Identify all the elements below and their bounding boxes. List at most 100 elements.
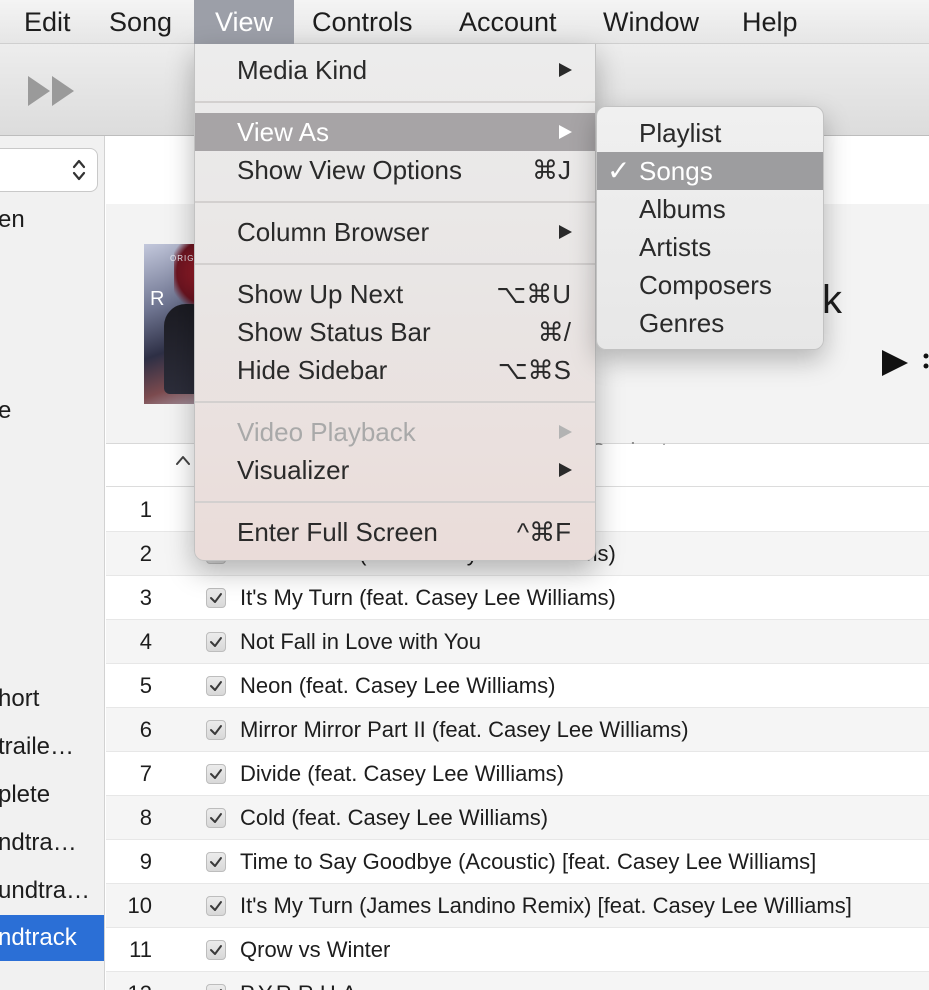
menu-item-label: Video Playback: [237, 417, 416, 447]
table-row[interactable]: 5 Neon (feat. Casey Lee Williams): [106, 664, 929, 708]
menu-edit[interactable]: Edit: [10, 0, 85, 44]
track-checkbox[interactable]: [206, 808, 226, 828]
sidebar-item[interactable]: hort: [0, 676, 104, 722]
track-checkbox[interactable]: [206, 984, 226, 990]
menu-shortcut: ⌘/: [537, 317, 571, 347]
track-checkbox[interactable]: [206, 940, 226, 960]
sidebar-item[interactable]: plete: [0, 772, 104, 818]
table-row[interactable]: 11 Qrow vs Winter: [106, 928, 929, 972]
submenu-item-genres[interactable]: Genres: [597, 304, 823, 342]
track-title: Time to Say Goodbye (Acoustic) [feat. Ca…: [240, 849, 817, 874]
table-row[interactable]: 6 Mirror Mirror Part II (feat. Casey Lee …: [106, 708, 929, 752]
view-menu-dropdown: Media Kind View As Show View Options ⌘J …: [194, 44, 596, 561]
menu-window[interactable]: Window: [589, 0, 713, 44]
track-title: It's My Turn (feat. Casey Lee Williams): [240, 585, 616, 610]
select-arrows-icon: [72, 159, 86, 181]
checkmark-icon: [210, 593, 222, 603]
menu-item-media-kind[interactable]: Media Kind: [195, 51, 595, 89]
submenu-arrow-icon: [559, 463, 572, 477]
menu-separator: [195, 501, 595, 503]
menu-item-view-as[interactable]: View As: [195, 113, 595, 151]
table-row[interactable]: 4 Not Fall in Love with You: [106, 620, 929, 664]
menu-item-column-browser[interactable]: Column Browser: [195, 213, 595, 251]
menu-shortcut: ⌥⌘S: [497, 355, 571, 385]
track-number: 8: [139, 805, 152, 830]
track-number: 7: [139, 761, 152, 786]
track-number: 9: [139, 849, 152, 874]
menu-item-label: Column Browser: [237, 217, 430, 247]
menu-controls[interactable]: Controls: [298, 0, 427, 44]
checkmark-icon: [210, 769, 222, 779]
menu-item-visualizer[interactable]: Visualizer: [195, 451, 595, 489]
menu-account[interactable]: Account: [445, 0, 571, 44]
fast-forward-button[interactable]: [26, 74, 78, 108]
menu-view[interactable]: View: [194, 0, 294, 44]
track-number: 5: [139, 673, 152, 698]
library-source-select[interactable]: [0, 148, 98, 192]
track-checkbox[interactable]: [206, 720, 226, 740]
checkmark-icon: [210, 637, 222, 647]
submenu-item-artists[interactable]: Artists: [597, 228, 823, 266]
table-row[interactable]: 12 P.Y.R.R.H.A: [106, 972, 929, 990]
track-checkbox[interactable]: [206, 632, 226, 652]
sidebar-item[interactable]: e: [0, 388, 104, 434]
sidebar-item-selected[interactable]: ndtrack: [0, 915, 104, 961]
track-checkbox[interactable]: [206, 852, 226, 872]
sidebar-item[interactable]: traile…: [0, 724, 104, 770]
sidebar: en e hort traile… plete ndtra… undtra… n…: [0, 136, 105, 990]
track-title: It's My Turn (James Landino Remix) [feat…: [240, 893, 852, 918]
menu-bar: Edit Song View Controls Account Window H…: [0, 0, 929, 44]
menu-shortcut: ⌥⌘U: [496, 279, 571, 309]
menu-item-label: View As: [237, 117, 330, 147]
track-checkbox[interactable]: [206, 896, 226, 916]
submenu-arrow-icon: [559, 225, 572, 239]
submenu-arrow-icon: [559, 125, 572, 139]
table-row[interactable]: 3 It's My Turn (feat. Casey Lee Williams): [106, 576, 929, 620]
checkmark-icon: [210, 857, 222, 867]
sidebar-item[interactable]: ndtra…: [0, 820, 104, 866]
menu-item-enter-full-screen[interactable]: Enter Full Screen ^⌘F: [195, 513, 595, 551]
sort-ascending-icon[interactable]: [176, 455, 190, 465]
track-checkbox[interactable]: [206, 764, 226, 784]
table-row[interactable]: 8 Cold (feat. Casey Lee Williams): [106, 796, 929, 840]
menu-item-show-up-next[interactable]: Show Up Next ⌥⌘U: [195, 275, 595, 313]
submenu-item-albums[interactable]: Albums: [597, 190, 823, 228]
menu-help[interactable]: Help: [728, 0, 812, 44]
track-checkbox[interactable]: [206, 676, 226, 696]
menu-separator: [195, 263, 595, 265]
menu-item-show-status-bar[interactable]: Show Status Bar ⌘/: [195, 313, 595, 351]
album-title: k: [822, 278, 842, 322]
track-title: Mirror Mirror Part II (feat. Casey Lee W…: [240, 717, 689, 742]
track-checkbox[interactable]: [206, 588, 226, 608]
table-row[interactable]: 9 Time to Say Goodbye (Acoustic) [feat. C…: [106, 840, 929, 884]
checkmark-icon: [210, 945, 222, 955]
track-title: Qrow vs Winter: [240, 937, 391, 962]
artwork-letter: R: [150, 288, 165, 310]
track-number: 10: [127, 893, 152, 918]
track-number: 11: [129, 937, 152, 962]
submenu-item-playlist[interactable]: Playlist: [597, 114, 823, 152]
track-number: 2: [139, 541, 152, 566]
menu-song[interactable]: Song: [95, 0, 186, 44]
menu-shortcut: ^⌘F: [516, 517, 571, 547]
menu-item-label: Show Up Next: [237, 279, 404, 309]
checkmark-icon: [210, 681, 222, 691]
sidebar-item[interactable]: undtra…: [0, 868, 104, 914]
track-number: 3: [139, 585, 152, 610]
more-options-icon[interactable]: [922, 352, 929, 376]
submenu-item-songs[interactable]: ✓ Songs: [597, 152, 823, 190]
play-icon[interactable]: [880, 348, 910, 378]
menu-item-label: Visualizer: [237, 455, 350, 485]
menu-item-hide-sidebar[interactable]: Hide Sidebar ⌥⌘S: [195, 351, 595, 389]
checkmark-icon: ✓: [607, 155, 631, 186]
track-title: P.Y.R.R.H.A: [240, 972, 357, 990]
table-row[interactable]: 10 It's My Turn (James Landino Remix) [fe…: [106, 884, 929, 928]
menu-item-label: Show View Options: [237, 155, 462, 185]
table-row[interactable]: 7 Divide (feat. Casey Lee Williams): [106, 752, 929, 796]
submenu-item-composers[interactable]: Composers: [597, 266, 823, 304]
track-number: 6: [139, 717, 152, 742]
submenu-item-label: Songs: [639, 156, 713, 186]
menu-item-show-view-options[interactable]: Show View Options ⌘J: [195, 151, 595, 189]
sidebar-item[interactable]: en: [0, 197, 104, 243]
submenu-arrow-icon: [559, 63, 572, 77]
